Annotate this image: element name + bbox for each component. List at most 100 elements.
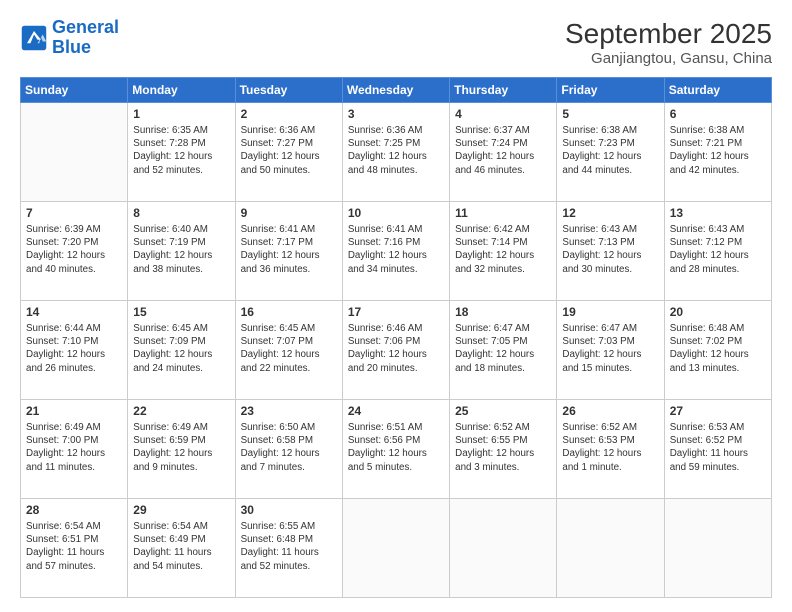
day-info: Sunrise: 6:54 AMSunset: 6:51 PMDaylight:… [26, 520, 122, 573]
table-row: 10 Sunrise: 6:41 AMSunset: 7:16 PMDayligh… [342, 202, 449, 301]
day-number: 15 [133, 305, 229, 319]
table-row: 4Sunrise: 6:37 AMSunset: 7:24 PMDaylight… [450, 103, 557, 202]
day-number: 10 [348, 206, 444, 220]
day-info: Sunrise: 6:51 AMSunset: 6:56 PMDaylight:… [348, 421, 444, 474]
table-row [21, 103, 128, 202]
day-number: 6 [670, 107, 766, 121]
day-number: 9 [241, 206, 337, 220]
table-row: 9 Sunrise: 6:41 AMSunset: 7:17 PMDaylight… [235, 202, 342, 301]
day-number: 30 [241, 503, 337, 517]
table-row: 14Sunrise: 6:44 AMSunset: 7:10 PMDayligh… [21, 301, 128, 400]
table-row: 15 Sunrise: 6:45 AMSunset: 7:09 PMDayligh… [128, 301, 235, 400]
calendar-week-5: 28 Sunrise: 6:54 AMSunset: 6:51 PMDayligh… [21, 499, 772, 598]
table-row: 19 Sunrise: 6:47 AMSunset: 7:03 PMDayligh… [557, 301, 664, 400]
day-info: Sunrise: 6:41 AMSunset: 7:16 PMDaylight:… [348, 223, 444, 276]
header-saturday: Saturday [664, 78, 771, 103]
day-info: Sunrise: 6:43 AMSunset: 7:13 PMDaylight:… [562, 223, 658, 276]
calendar-week-4: 21 Sunrise: 6:49 AMSunset: 7:00 PMDayligh… [21, 400, 772, 499]
table-row: 29 Sunrise: 6:54 AMSunset: 6:49 PMDayligh… [128, 499, 235, 598]
table-row: 8 Sunrise: 6:40 AMSunset: 7:19 PMDaylight… [128, 202, 235, 301]
table-row: 7Sunrise: 6:39 AMSunset: 7:20 PMDaylight… [21, 202, 128, 301]
day-number: 11 [455, 206, 551, 220]
header-tuesday: Tuesday [235, 78, 342, 103]
table-row: 11 Sunrise: 6:42 AMSunset: 7:14 PMDayligh… [450, 202, 557, 301]
table-row [664, 499, 771, 598]
day-number: 5 [562, 107, 658, 121]
calendar-week-2: 7Sunrise: 6:39 AMSunset: 7:20 PMDaylight… [21, 202, 772, 301]
table-row: 27 Sunrise: 6:53 AMSunset: 6:52 PMDayligh… [664, 400, 771, 499]
table-row [342, 499, 449, 598]
day-info: Sunrise: 6:45 AMSunset: 7:07 PMDaylight:… [241, 322, 337, 375]
day-info: Sunrise: 6:38 AMSunset: 7:23 PMDaylight:… [562, 124, 658, 177]
day-info: Sunrise: 6:47 AMSunset: 7:05 PMDaylight:… [455, 322, 551, 375]
day-number: 3 [348, 107, 444, 121]
table-row: 22 Sunrise: 6:49 AMSunset: 6:59 PMDayligh… [128, 400, 235, 499]
table-row: 16 Sunrise: 6:45 AMSunset: 7:07 PMDayligh… [235, 301, 342, 400]
title-block: September 2025 Ganjiangtou, Gansu, China [565, 18, 772, 67]
table-row [450, 499, 557, 598]
table-row: 5 Sunrise: 6:38 AMSunset: 7:23 PMDaylight… [557, 103, 664, 202]
day-info: Sunrise: 6:41 AMSunset: 7:17 PMDaylight:… [241, 223, 337, 276]
logo-icon [20, 24, 48, 52]
day-info: Sunrise: 6:48 AMSunset: 7:02 PMDaylight:… [670, 322, 766, 375]
day-number: 25 [455, 404, 551, 418]
day-number: 13 [670, 206, 766, 220]
day-number: 18 [455, 305, 551, 319]
day-number: 12 [562, 206, 658, 220]
table-row: 28 Sunrise: 6:54 AMSunset: 6:51 PMDayligh… [21, 499, 128, 598]
table-row: 13Sunrise: 6:43 AMSunset: 7:12 PMDayligh… [664, 202, 771, 301]
table-row: 26 Sunrise: 6:52 AMSunset: 6:53 PMDayligh… [557, 400, 664, 499]
day-number: 7 [26, 206, 122, 220]
day-number: 29 [133, 503, 229, 517]
day-info: Sunrise: 6:47 AMSunset: 7:03 PMDaylight:… [562, 322, 658, 375]
calendar-week-3: 14Sunrise: 6:44 AMSunset: 7:10 PMDayligh… [21, 301, 772, 400]
header-friday: Friday [557, 78, 664, 103]
table-row: 24 Sunrise: 6:51 AMSunset: 6:56 PMDayligh… [342, 400, 449, 499]
table-row: 3Sunrise: 6:36 AMSunset: 7:25 PMDaylight… [342, 103, 449, 202]
table-row: 17 Sunrise: 6:46 AMSunset: 7:06 PMDayligh… [342, 301, 449, 400]
day-info: Sunrise: 6:55 AMSunset: 6:48 PMDaylight:… [241, 520, 337, 573]
day-info: Sunrise: 6:40 AMSunset: 7:19 PMDaylight:… [133, 223, 229, 276]
location-subtitle: Ganjiangtou, Gansu, China [565, 50, 772, 67]
day-number: 27 [670, 404, 766, 418]
header-wednesday: Wednesday [342, 78, 449, 103]
month-title: September 2025 [565, 18, 772, 50]
logo-text: General Blue [52, 18, 119, 58]
header-sunday: Sunday [21, 78, 128, 103]
table-row: 25 Sunrise: 6:52 AMSunset: 6:55 PMDayligh… [450, 400, 557, 499]
logo: General Blue [20, 18, 119, 58]
day-number: 22 [133, 404, 229, 418]
page: General Blue September 2025 Ganjiangtou,… [0, 0, 792, 612]
day-info: Sunrise: 6:52 AMSunset: 6:55 PMDaylight:… [455, 421, 551, 474]
table-row: 6 Sunrise: 6:38 AMSunset: 7:21 PMDaylight… [664, 103, 771, 202]
day-info: Sunrise: 6:36 AMSunset: 7:27 PMDaylight:… [241, 124, 337, 177]
table-row: 30 Sunrise: 6:55 AMSunset: 6:48 PMDayligh… [235, 499, 342, 598]
calendar-week-1: 1 Sunrise: 6:35 AMSunset: 7:28 PMDaylight… [21, 103, 772, 202]
table-row: 2Sunrise: 6:36 AMSunset: 7:27 PMDaylight… [235, 103, 342, 202]
day-number: 8 [133, 206, 229, 220]
day-info: Sunrise: 6:46 AMSunset: 7:06 PMDaylight:… [348, 322, 444, 375]
day-info: Sunrise: 6:35 AMSunset: 7:28 PMDaylight:… [133, 124, 229, 177]
day-number: 24 [348, 404, 444, 418]
day-info: Sunrise: 6:49 AMSunset: 6:59 PMDaylight:… [133, 421, 229, 474]
table-row: 18 Sunrise: 6:47 AMSunset: 7:05 PMDayligh… [450, 301, 557, 400]
day-number: 1 [133, 107, 229, 121]
day-info: Sunrise: 6:53 AMSunset: 6:52 PMDaylight:… [670, 421, 766, 474]
day-number: 28 [26, 503, 122, 517]
day-info: Sunrise: 6:42 AMSunset: 7:14 PMDaylight:… [455, 223, 551, 276]
day-number: 17 [348, 305, 444, 319]
day-number: 16 [241, 305, 337, 319]
header-monday: Monday [128, 78, 235, 103]
day-number: 26 [562, 404, 658, 418]
table-row: 12 Sunrise: 6:43 AMSunset: 7:13 PMDayligh… [557, 202, 664, 301]
table-row: 1 Sunrise: 6:35 AMSunset: 7:28 PMDaylight… [128, 103, 235, 202]
day-info: Sunrise: 6:49 AMSunset: 7:00 PMDaylight:… [26, 421, 122, 474]
day-info: Sunrise: 6:38 AMSunset: 7:21 PMDaylight:… [670, 124, 766, 177]
day-info: Sunrise: 6:52 AMSunset: 6:53 PMDaylight:… [562, 421, 658, 474]
day-info: Sunrise: 6:45 AMSunset: 7:09 PMDaylight:… [133, 322, 229, 375]
calendar-table: Sunday Monday Tuesday Wednesday Thursday… [20, 77, 772, 598]
day-number: 21 [26, 404, 122, 418]
day-info: Sunrise: 6:54 AMSunset: 6:49 PMDaylight:… [133, 520, 229, 573]
table-row [557, 499, 664, 598]
day-number: 19 [562, 305, 658, 319]
